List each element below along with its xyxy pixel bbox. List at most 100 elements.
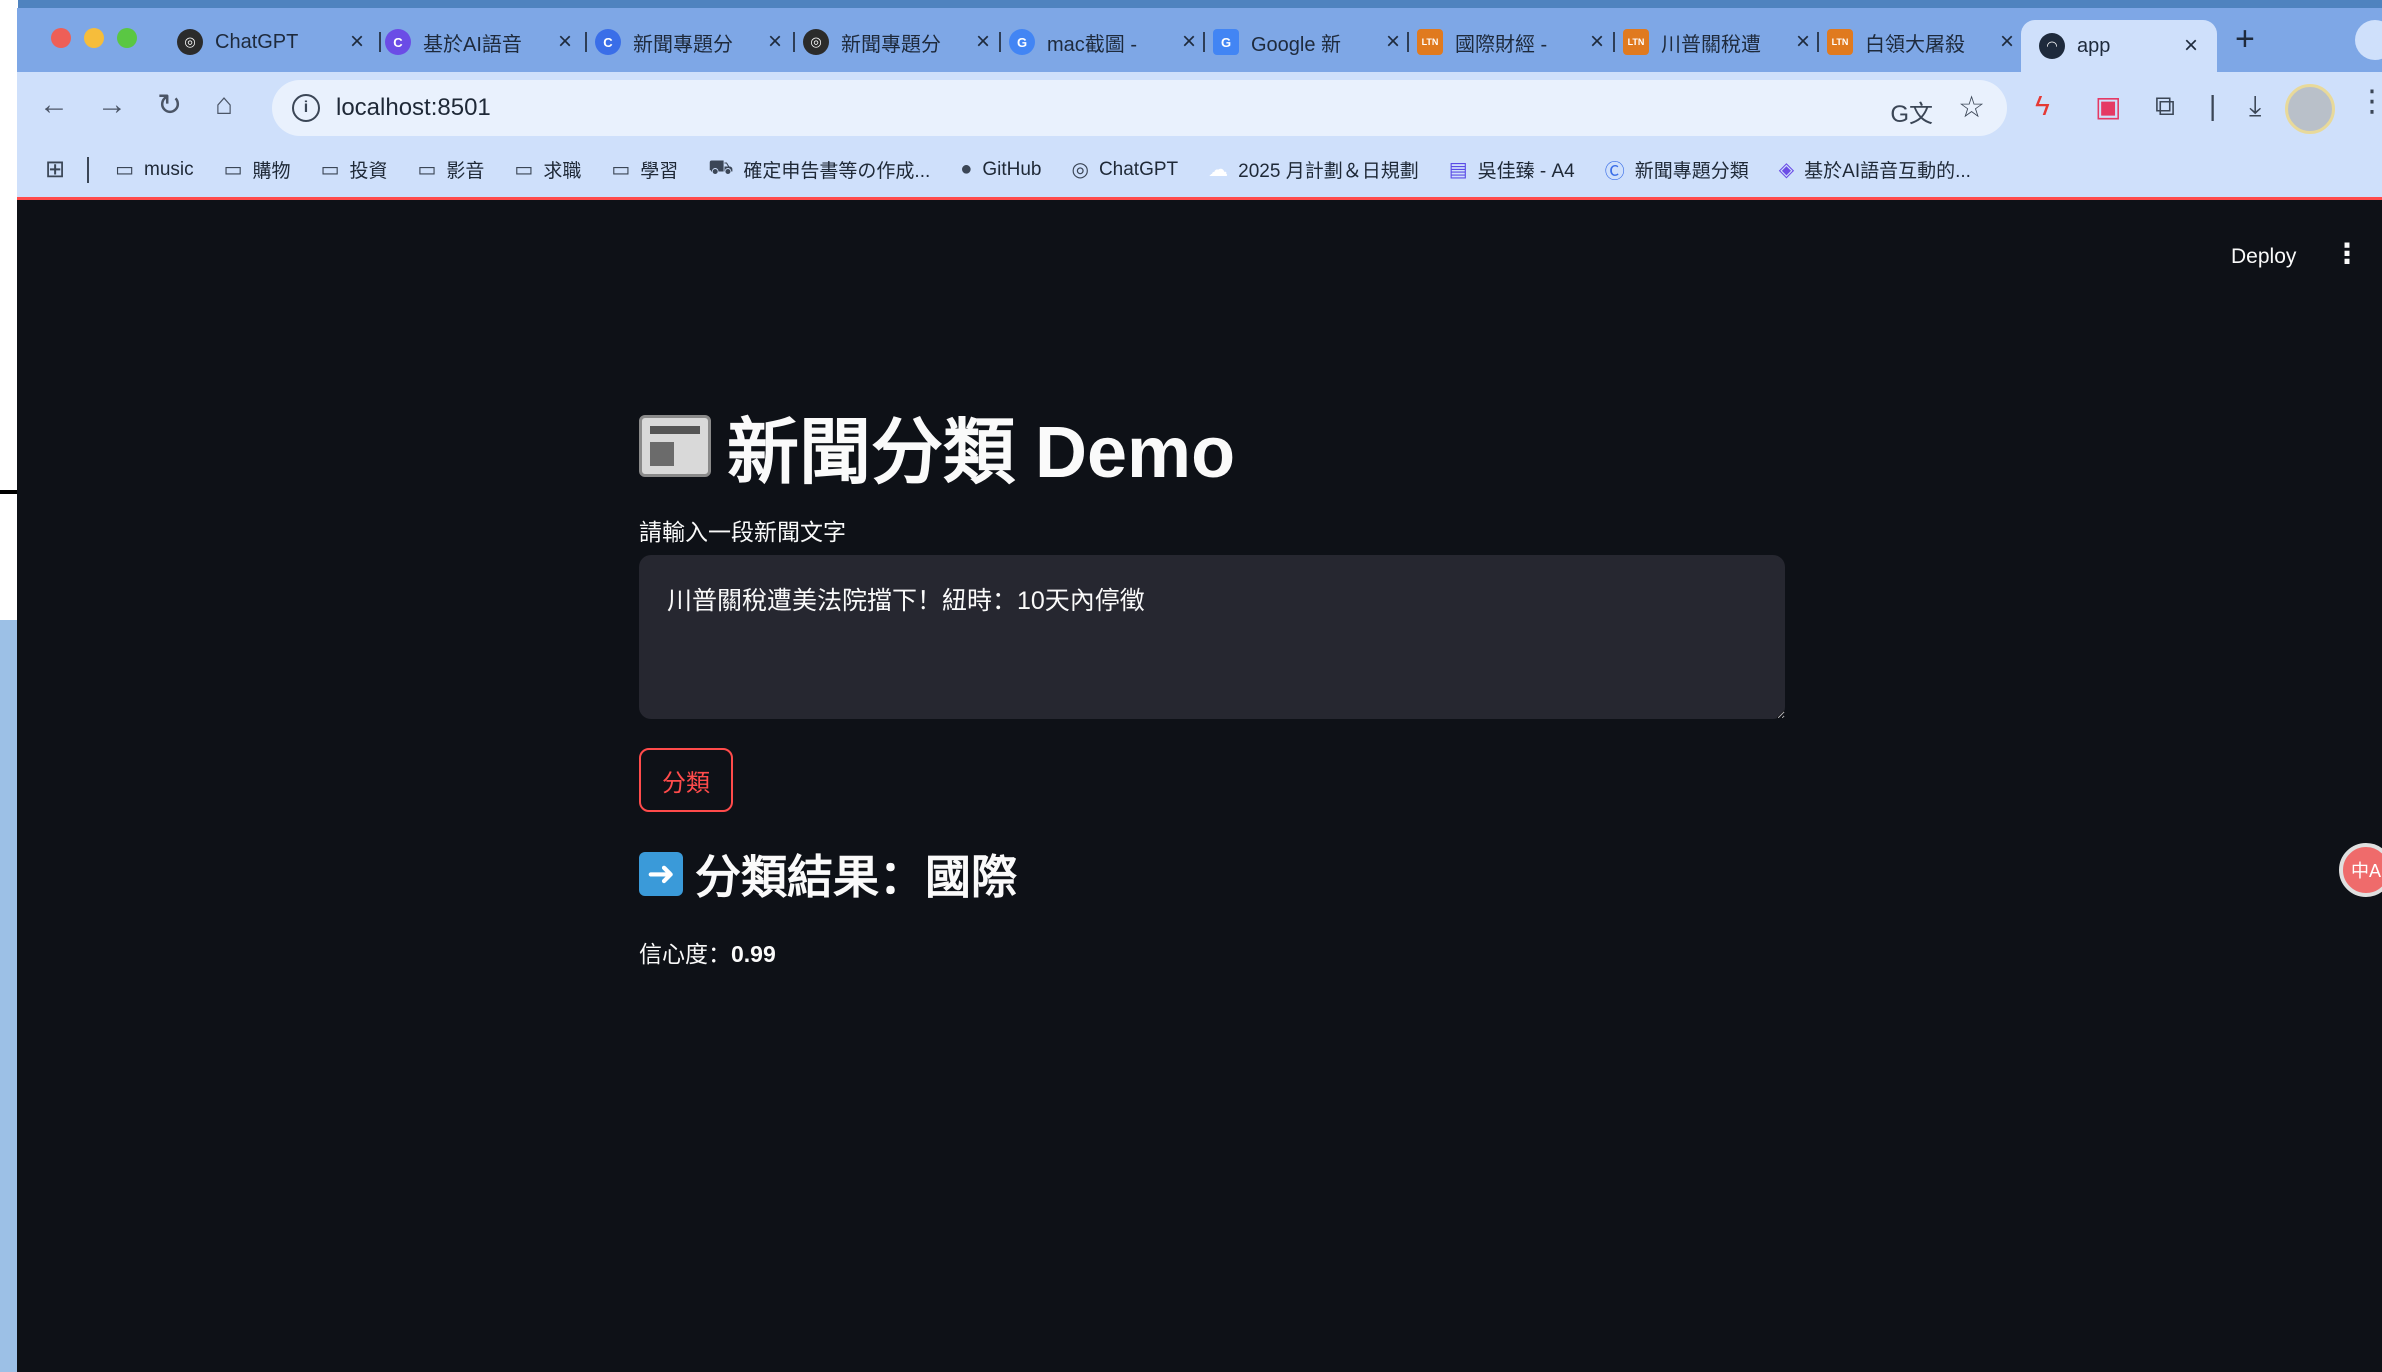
- tab-mac-screenshot[interactable]: G mac截圖 - ×: [1009, 20, 1199, 64]
- minimize-window-button[interactable]: [84, 28, 104, 48]
- profile-avatar[interactable]: [2285, 84, 2335, 134]
- copilot-icon: C: [385, 29, 411, 55]
- tab-google-news[interactable]: G Google 新 ×: [1213, 20, 1403, 64]
- tab-separator: [379, 32, 381, 52]
- tab-label: 白領大屠殺: [1865, 33, 1965, 56]
- copilot-icon: ◈: [1778, 159, 1795, 181]
- new-tab-icon[interactable]: +: [2235, 20, 2255, 59]
- tab-ai-voice[interactable]: C 基於AI語音 ×: [385, 20, 575, 64]
- bookmark-music[interactable]: ▭ music: [115, 157, 194, 182]
- result-heading: ➜ 分類結果：國際: [639, 841, 1017, 907]
- url-text[interactable]: localhost:8501: [336, 94, 491, 122]
- bookmark-label: 確定申告書等の作成...: [743, 161, 931, 182]
- streamlit-app: Deploy ⋮ 新聞分類 Demo 請輸入一段新聞文字 川普關稅遭美法院擋下！…: [17, 203, 2382, 1372]
- close-tab-icon[interactable]: ×: [1179, 28, 1199, 56]
- tab-label: mac截圖 -: [1047, 33, 1137, 56]
- close-tab-icon[interactable]: ×: [1793, 28, 1813, 56]
- c-logo-icon: Ⓒ: [1604, 161, 1625, 183]
- tab-separator: [1203, 32, 1205, 52]
- address-bar[interactable]: i localhost:8501 G文 ☆: [272, 80, 2007, 136]
- tab-search-button[interactable]: [2355, 20, 2382, 60]
- tab-label: ChatGPT: [215, 30, 299, 53]
- floating-translate-icon[interactable]: 中A: [2339, 843, 2382, 897]
- chrome-menu-icon[interactable]: ⋮: [2357, 84, 2382, 119]
- translate-icon[interactable]: G文: [1890, 94, 1933, 129]
- bookmark-news-topic[interactable]: Ⓒ 新聞專題分類: [1605, 155, 1749, 184]
- page-title: 新聞分類 Demo: [639, 393, 1235, 498]
- ltn-icon: LTN: [1827, 29, 1853, 55]
- bookmark-github[interactable]: ● GitHub: [960, 158, 1041, 181]
- tab-app[interactable]: ◠ app ×: [2021, 20, 2217, 72]
- tab-separator: [1613, 32, 1615, 52]
- tab-label: 川普關稅遭: [1661, 33, 1761, 56]
- home-icon[interactable]: ⌂: [215, 88, 233, 122]
- google-translate-icon: G: [1213, 29, 1239, 55]
- bookmark-label: 新聞專題分類: [1634, 161, 1749, 182]
- tab-separator: [1817, 32, 1819, 52]
- right-arrow-icon: ➜: [639, 852, 683, 896]
- news-input-label: 請輸入一段新聞文字: [639, 519, 846, 545]
- openai-icon: ◎: [1071, 159, 1089, 181]
- deploy-button[interactable]: Deploy: [2231, 245, 2296, 269]
- tab-news-topic-1[interactable]: C 新聞專題分 ×: [595, 20, 785, 64]
- site-info-icon[interactable]: i: [292, 94, 320, 122]
- bookmark-media[interactable]: ▭ 影音: [417, 156, 484, 183]
- forward-icon[interactable]: →: [97, 88, 127, 122]
- close-tab-icon[interactable]: ×: [1997, 28, 2017, 56]
- bookmark-a4[interactable]: ▤ 吳佳臻 - A4: [1449, 156, 1575, 183]
- result-heading-text: 分類結果：國際: [695, 851, 1017, 903]
- apps-grid-icon[interactable]: ⊞: [45, 155, 65, 184]
- bookmark-ai-voice[interactable]: ◈ 基於AI語音互動的...: [1779, 156, 1971, 183]
- close-tab-icon[interactable]: ×: [347, 28, 367, 56]
- tab-separator: [793, 32, 795, 52]
- tab-trump-tariff[interactable]: LTN 川普關稅遭 ×: [1623, 20, 1813, 64]
- bookmark-label: 投資: [349, 161, 388, 182]
- bookmark-2025-plan[interactable]: ☁ 2025 月計劃＆日規劃: [1208, 156, 1419, 183]
- tab-separator: [999, 32, 1001, 52]
- bookmarks-bar: ⊞ ▭ music ▭ 購物 ▭ 投資 ▭ 影音 ▭ 求職 ▭ 學習 ⛟ 確定申告書等の作成.…: [17, 142, 2382, 200]
- tab-chatgpt[interactable]: ◎ ChatGPT ×: [177, 20, 367, 64]
- bookmark-tax-return[interactable]: ⛟ 確定申告書等の作成...: [708, 156, 930, 183]
- reload-icon[interactable]: ↻: [157, 88, 182, 123]
- classify-button[interactable]: 分類: [639, 748, 733, 812]
- bookmark-label: 購物: [252, 161, 291, 182]
- close-window-button[interactable]: [51, 28, 71, 48]
- bookmark-label: ChatGPT: [1098, 158, 1179, 180]
- bookmark-label: 求職: [543, 161, 582, 182]
- extensions-puzzle-icon[interactable]: ⧉: [2155, 90, 2175, 123]
- page-title-text: 新聞分類 Demo: [727, 413, 1236, 493]
- close-tab-icon[interactable]: ×: [1587, 28, 1607, 56]
- bookmark-star-icon[interactable]: ☆: [1958, 90, 1985, 125]
- news-text-input[interactable]: 川普關稅遭美法院擋下！紐時：10天內停徵: [639, 555, 1785, 719]
- bookmark-chatgpt[interactable]: ◎ ChatGPT: [1072, 157, 1179, 182]
- close-tab-icon[interactable]: ×: [765, 28, 785, 56]
- bookmark-shopping[interactable]: ▭ 購物: [224, 156, 291, 183]
- streamlit-icon: ◠: [2039, 33, 2065, 59]
- extension-translate-icon[interactable]: ▣: [2095, 90, 2121, 123]
- c-logo-icon: C: [595, 29, 621, 55]
- close-tab-icon[interactable]: ×: [973, 28, 993, 56]
- back-icon[interactable]: ←: [39, 88, 69, 122]
- bookmark-jobs[interactable]: ▭ 求職: [514, 156, 581, 183]
- close-tab-icon[interactable]: ×: [1383, 28, 1403, 56]
- bookmark-study[interactable]: ▭ 學習: [611, 156, 678, 183]
- bookmark-investment[interactable]: ▭ 投資: [321, 156, 388, 183]
- confidence-label: 信心度：: [639, 941, 731, 967]
- bookmarks-divider: [87, 156, 90, 183]
- newspaper-icon: [639, 414, 711, 477]
- doc-icon: ▤: [1448, 159, 1468, 181]
- tab-separator: [585, 32, 587, 52]
- close-tab-icon[interactable]: ×: [555, 28, 575, 56]
- close-tab-icon[interactable]: ×: [2181, 32, 2201, 60]
- folder-icon: ▭: [223, 159, 243, 181]
- ltn-icon: LTN: [1417, 29, 1443, 55]
- downloads-icon[interactable]: ⤓: [2249, 90, 2261, 123]
- tab-international-finance[interactable]: LTN 國際財經 - ×: [1417, 20, 1607, 64]
- google-icon: G: [1009, 29, 1035, 55]
- tab-white-collar[interactable]: LTN 白領大屠殺 ×: [1827, 20, 2017, 64]
- tab-news-topic-2[interactable]: ◎ 新聞專題分 ×: [803, 20, 993, 64]
- extension-bolt-icon[interactable]: ϟ: [2035, 90, 2050, 122]
- app-menu-icon[interactable]: ⋮: [2333, 237, 2361, 270]
- browser-window: ◎ ChatGPT × C 基於AI語音 × C 新聞專題分 × ◎ 新聞專題分…: [17, 8, 2382, 1372]
- maximize-window-button[interactable]: [117, 28, 137, 48]
